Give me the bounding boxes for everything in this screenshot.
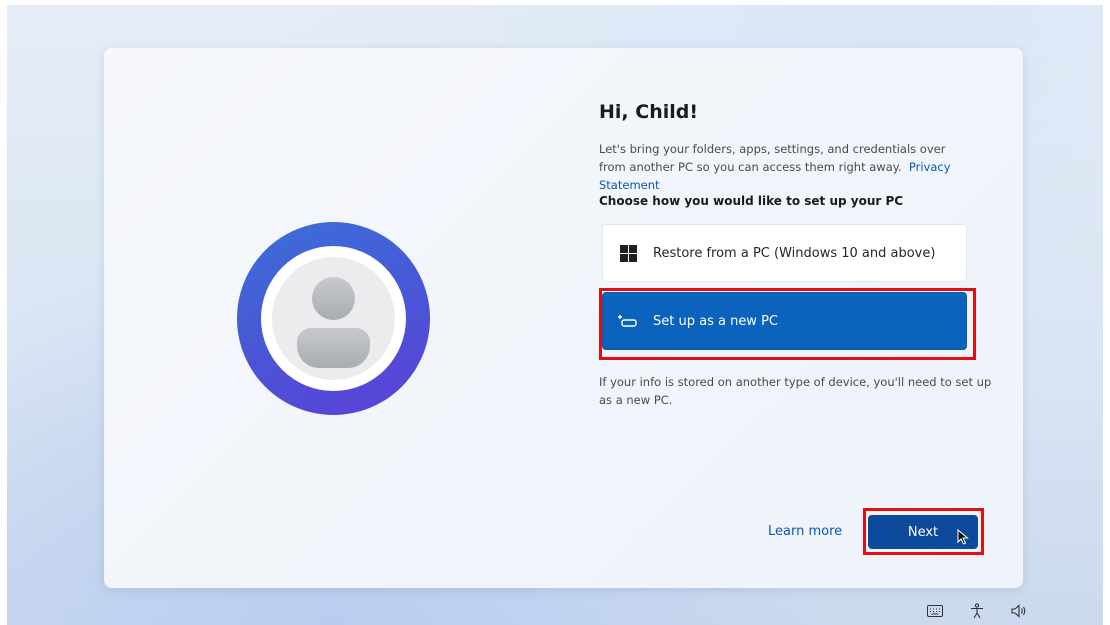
system-tray (926, 602, 1028, 620)
note-text: If your info is stored on another type o… (599, 375, 992, 407)
intro-body: Let's bring your folders, apps, settings… (599, 142, 946, 174)
avatar-body (297, 328, 370, 368)
oobe-card: Hi, Child! Let's bring your folders, app… (104, 48, 1023, 588)
setup-screen: Hi, Child! Let's bring your folders, app… (0, 0, 1110, 625)
user-avatar (237, 222, 430, 415)
page-title: Hi, Child! (599, 101, 699, 123)
choose-setup-heading: Choose how you would like to set up your… (599, 194, 904, 208)
next-button[interactable]: Next (868, 515, 978, 549)
intro-text: Let's bring your folders, apps, settings… (599, 140, 969, 194)
setup-new-pc-option[interactable]: Set up as a new PC (602, 292, 967, 350)
avatar-head (312, 277, 355, 320)
windows-logo-icon (618, 243, 638, 263)
restore-option-label: Restore from a PC (Windows 10 and above) (653, 245, 936, 261)
accessibility-icon[interactable] (968, 602, 986, 620)
volume-icon[interactable] (1010, 602, 1028, 620)
new-pc-icon (618, 311, 638, 331)
avatar-icon (272, 257, 395, 380)
keyboard-icon[interactable] (926, 602, 944, 620)
avatar-inner-ring (261, 246, 406, 391)
learn-more-link[interactable]: Learn more (768, 524, 842, 539)
restore-from-pc-option[interactable]: Restore from a PC (Windows 10 and above) (602, 224, 967, 282)
new-pc-option-label: Set up as a new PC (653, 313, 778, 329)
